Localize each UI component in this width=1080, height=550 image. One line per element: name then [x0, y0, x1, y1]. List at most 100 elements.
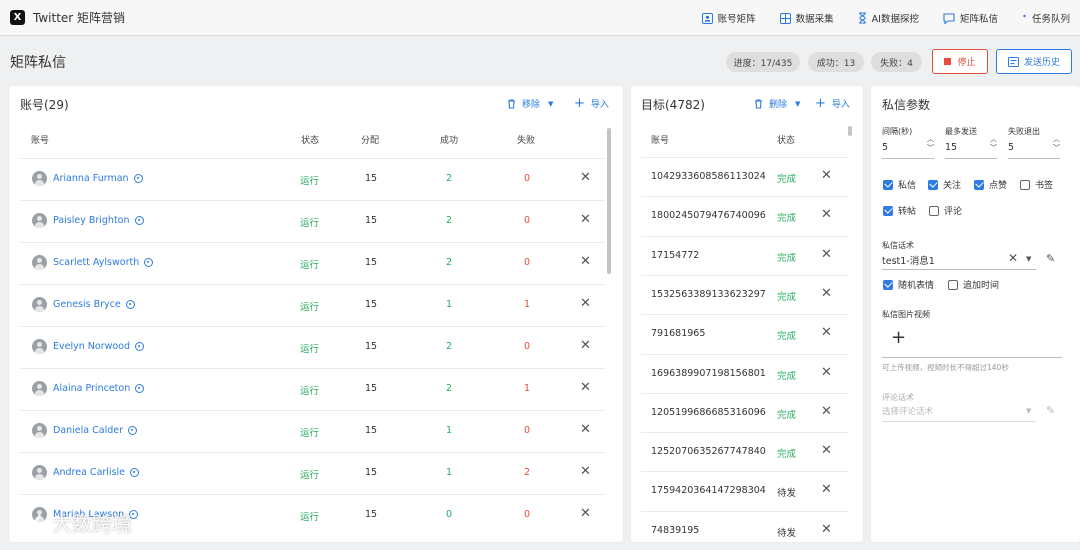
remove-row-icon[interactable]: ✕: [821, 443, 832, 458]
remove-row-icon[interactable]: ✕: [821, 168, 832, 183]
remove-row-icon[interactable]: ✕: [821, 286, 832, 301]
target-id: 1532563389133623297: [651, 288, 766, 300]
remove-row-icon[interactable]: ✕: [580, 254, 591, 269]
plus-icon[interactable]: +: [891, 327, 906, 348]
remove-row-icon[interactable]: ✕: [580, 464, 591, 479]
remove-row-icon[interactable]: ✕: [580, 296, 591, 311]
remove-row-icon[interactable]: ✕: [821, 207, 832, 222]
max-send-input[interactable]: 15 ︿ ﹀: [945, 135, 997, 159]
option-checkbox[interactable]: 私信: [883, 178, 916, 191]
option-checkbox[interactable]: 书签: [1020, 178, 1053, 191]
account-name[interactable]: Andrea Carlisle: [32, 465, 140, 480]
accounts-scrollbar[interactable]: [607, 128, 611, 274]
edit-icon[interactable]: ✎: [1046, 404, 1055, 417]
checkbox-label: 评论: [944, 207, 963, 217]
remove-row-icon[interactable]: ✕: [821, 247, 832, 262]
target-id: 1205199686685316096: [651, 406, 766, 418]
remove-row-icon[interactable]: ✕: [580, 338, 591, 353]
random-emoji-checkbox[interactable]: 随机表情: [883, 278, 934, 291]
accounts-card: 账号(29) 移除 ▼ + 导入 账号 状态 分配 成功 失败 Arianna …: [9, 86, 623, 542]
media-upload-area[interactable]: +: [882, 322, 1062, 358]
nav-task-queue[interactable]: 任务队列: [1022, 11, 1070, 25]
refresh-icon[interactable]: [135, 342, 145, 351]
stepper-icon[interactable]: ︿ ﹀: [990, 135, 997, 153]
remove-row-icon[interactable]: ✕: [580, 170, 591, 185]
fail-exit-input[interactable]: 5 ︿ ﹀: [1008, 135, 1060, 159]
option-checkbox[interactable]: 关注: [928, 178, 961, 191]
avatar: [32, 213, 47, 228]
refresh-icon[interactable]: [133, 174, 143, 183]
account-name[interactable]: Alaina Princeton: [32, 381, 145, 396]
import-button[interactable]: + 导入: [815, 97, 850, 110]
remove-row-icon[interactable]: ✕: [580, 380, 591, 395]
clear-icon[interactable]: ✕: [1008, 251, 1018, 265]
status-cell: 运行: [300, 512, 320, 523]
account-name-text: Arianna Furman: [53, 173, 129, 184]
remove-row-icon[interactable]: ✕: [821, 365, 832, 380]
remove-row-icon[interactable]: ✕: [821, 325, 832, 340]
alloc-cell: 15: [365, 467, 378, 478]
status-cell: 待发: [777, 488, 797, 500]
import-button[interactable]: + 导入: [574, 97, 609, 110]
params-card: 私信参数 间隔(秒) 5 ︿ ﹀ 最多发送 15 ︿ ﹀ 失败退出 5 ︿ ﹀ 私信 关…: [871, 86, 1080, 542]
refresh-icon[interactable]: [128, 426, 137, 435]
max-send-value: 15: [945, 142, 958, 153]
remove-row-icon[interactable]: ✕: [580, 506, 591, 521]
avatar: [32, 423, 47, 438]
add-time-checkbox[interactable]: 追加时间: [948, 278, 999, 291]
script-select[interactable]: test1-消息1 ✕ ▼: [882, 250, 1036, 270]
status-cell: 完成: [777, 331, 797, 343]
col-header: 状态: [777, 136, 796, 146]
table-row: Daniela Calder 运行 15 1 0 ✕: [20, 410, 605, 452]
remove-row-icon[interactable]: ✕: [821, 482, 832, 497]
table-row: 1042933608586113024 完成 ✕: [641, 157, 849, 196]
remove-button[interactable]: 移除 ▼: [507, 97, 553, 110]
delete-button[interactable]: 删除 ▼: [754, 97, 800, 110]
status-cell: 运行: [300, 218, 320, 229]
table-row: 1532563389133623297 完成 ✕: [641, 274, 849, 314]
option-checkbox[interactable]: 转帖: [883, 204, 916, 217]
refresh-icon[interactable]: [125, 300, 135, 309]
targets-scrollbar[interactable]: [848, 126, 852, 136]
interval-input[interactable]: 5 ︿ ﹀: [882, 135, 934, 159]
refresh-icon[interactable]: [134, 216, 144, 225]
refresh-icon[interactable]: [135, 384, 145, 393]
fail-cell: 0: [524, 425, 531, 436]
remove-row-icon[interactable]: ✕: [580, 212, 591, 227]
chevron-down-icon[interactable]: ▼: [1026, 407, 1031, 415]
refresh-icon[interactable]: [144, 258, 154, 267]
checkbox-icon: [928, 179, 938, 190]
stepper-icon[interactable]: ︿ ﹀: [1053, 135, 1060, 153]
fail-cell: 1: [524, 299, 531, 310]
nav-account-matrix[interactable]: 账号矩阵: [701, 11, 756, 25]
remove-row-icon[interactable]: ✕: [821, 522, 832, 537]
status-cell: 运行: [300, 470, 320, 481]
nav-data-collection[interactable]: 数据采集: [779, 11, 834, 25]
remove-row-icon[interactable]: ✕: [821, 404, 832, 419]
chevron-down-icon[interactable]: ▼: [1026, 255, 1031, 263]
account-name[interactable]: Arianna Furman: [32, 171, 143, 186]
checkbox-label: 书签: [1035, 181, 1054, 191]
comment-select[interactable]: 选择评论话术 ▼: [882, 402, 1036, 422]
send-history-button[interactable]: 发送历史: [996, 49, 1072, 74]
nav-matrix-dm[interactable]: 矩阵私信: [943, 11, 998, 25]
account-name[interactable]: Scarlett Aylsworth: [32, 255, 154, 270]
fail-exit-label: 失败退出: [1008, 127, 1040, 136]
target-id: 1759420364147298304: [651, 485, 766, 497]
option-checkbox[interactable]: 评论: [929, 204, 962, 217]
plus-icon: +: [574, 96, 585, 111]
option-checkbox[interactable]: 点赞: [974, 178, 1007, 191]
nav-ai-mining[interactable]: AI数据探挖: [858, 11, 919, 25]
refresh-icon[interactable]: [130, 468, 140, 477]
account-name[interactable]: Paisley Brighton: [32, 213, 144, 228]
account-name[interactable]: Evelyn Norwood: [32, 339, 145, 354]
account-name[interactable]: Genesis Bryce: [32, 297, 135, 312]
account-name[interactable]: Daniela Calder: [32, 423, 137, 438]
account-name-text: Genesis Bryce: [53, 299, 121, 310]
stepper-icon[interactable]: ︿ ﹀: [927, 135, 934, 153]
stop-button[interactable]: 停止: [932, 49, 988, 74]
edit-icon[interactable]: ✎: [1046, 252, 1055, 265]
remove-row-icon[interactable]: ✕: [580, 422, 591, 437]
success-cell: 2: [446, 341, 453, 352]
avatar: [32, 465, 47, 480]
